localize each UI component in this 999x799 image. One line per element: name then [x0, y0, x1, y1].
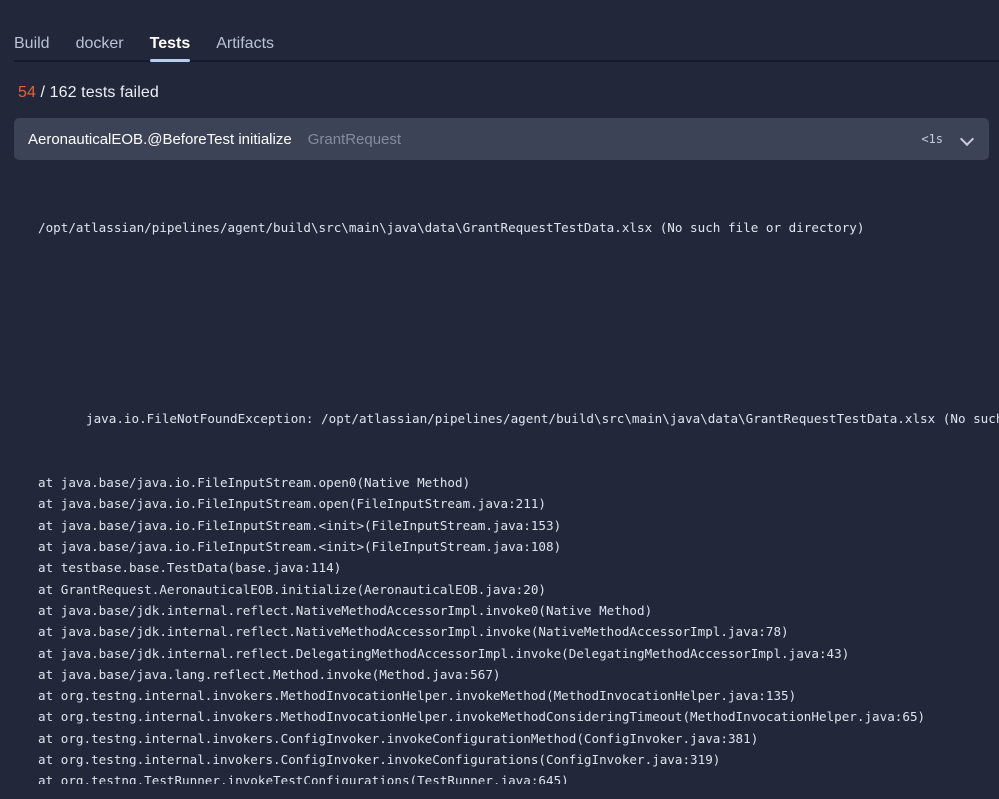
test-name: AeronauticalEOB.@BeforeTest initialize: [28, 130, 292, 148]
console-line-message: /opt/atlassian/pipelines/agent/build\src…: [38, 219, 865, 235]
console-stack-line: at org.testng.internal.invokers.ConfigIn…: [38, 752, 721, 768]
tab-tests[interactable]: Tests: [149, 36, 190, 62]
console-stack-line: at org.testng.TestRunner.invokeTestConfi…: [38, 773, 569, 784]
console-stack-line: at GrantRequest.AeronauticalEOB.initiali…: [38, 581, 546, 597]
console-stack-line: at java.base/jdk.internal.reflect.Delega…: [38, 645, 850, 661]
console-stack-line: at java.base/java.io.FileInputStream.<in…: [38, 539, 562, 555]
failed-test-count: 54: [18, 84, 36, 101]
console-stack-line: at org.testng.internal.invokers.MethodIn…: [38, 688, 797, 704]
console-stack-line: at java.base/java.lang.reflect.Method.in…: [38, 666, 501, 682]
tab-build[interactable]: Build: [14, 36, 50, 62]
chevron-down-icon[interactable]: [961, 132, 975, 146]
console-stack-line: at java.base/java.io.FileInputStream.ope…: [38, 475, 471, 491]
test-result-row[interactable]: AeronauticalEOB.@BeforeTest initialize G…: [14, 118, 989, 160]
console-stack-line: at testbase.base.TestData(base.java:114): [38, 560, 342, 576]
tests-summary: 54 / 162 tests failed: [0, 62, 999, 118]
test-suite-name: GrantRequest: [307, 130, 402, 148]
console-stack-line: at java.base/jdk.internal.reflect.Native…: [38, 624, 789, 640]
console-stack-trace: at java.base/java.io.FileInputStream.ope…: [38, 472, 999, 784]
console-stack-line: at org.testng.internal.invokers.ConfigIn…: [38, 730, 759, 746]
test-duration: <1s: [921, 132, 943, 146]
console-stack-line: at org.testng.internal.invokers.MethodIn…: [38, 709, 926, 725]
tests-summary-rest: / 162 tests failed: [36, 84, 159, 101]
console-stack-line: at java.base/java.io.FileInputStream.ope…: [38, 496, 546, 512]
console-stack-line: at java.base/java.io.FileInputStream.<in…: [38, 517, 562, 533]
console-stack-line: at java.base/jdk.internal.reflect.Native…: [38, 602, 653, 618]
tab-bar: Build docker Tests Artifacts: [0, 0, 999, 62]
tab-docker[interactable]: docker: [76, 36, 124, 62]
test-console-output: /opt/atlassian/pipelines/agent/build\src…: [0, 174, 999, 784]
console-line-exception: java.io.FileNotFoundException: /opt/atla…: [86, 411, 999, 427]
tab-artifacts[interactable]: Artifacts: [216, 36, 274, 62]
